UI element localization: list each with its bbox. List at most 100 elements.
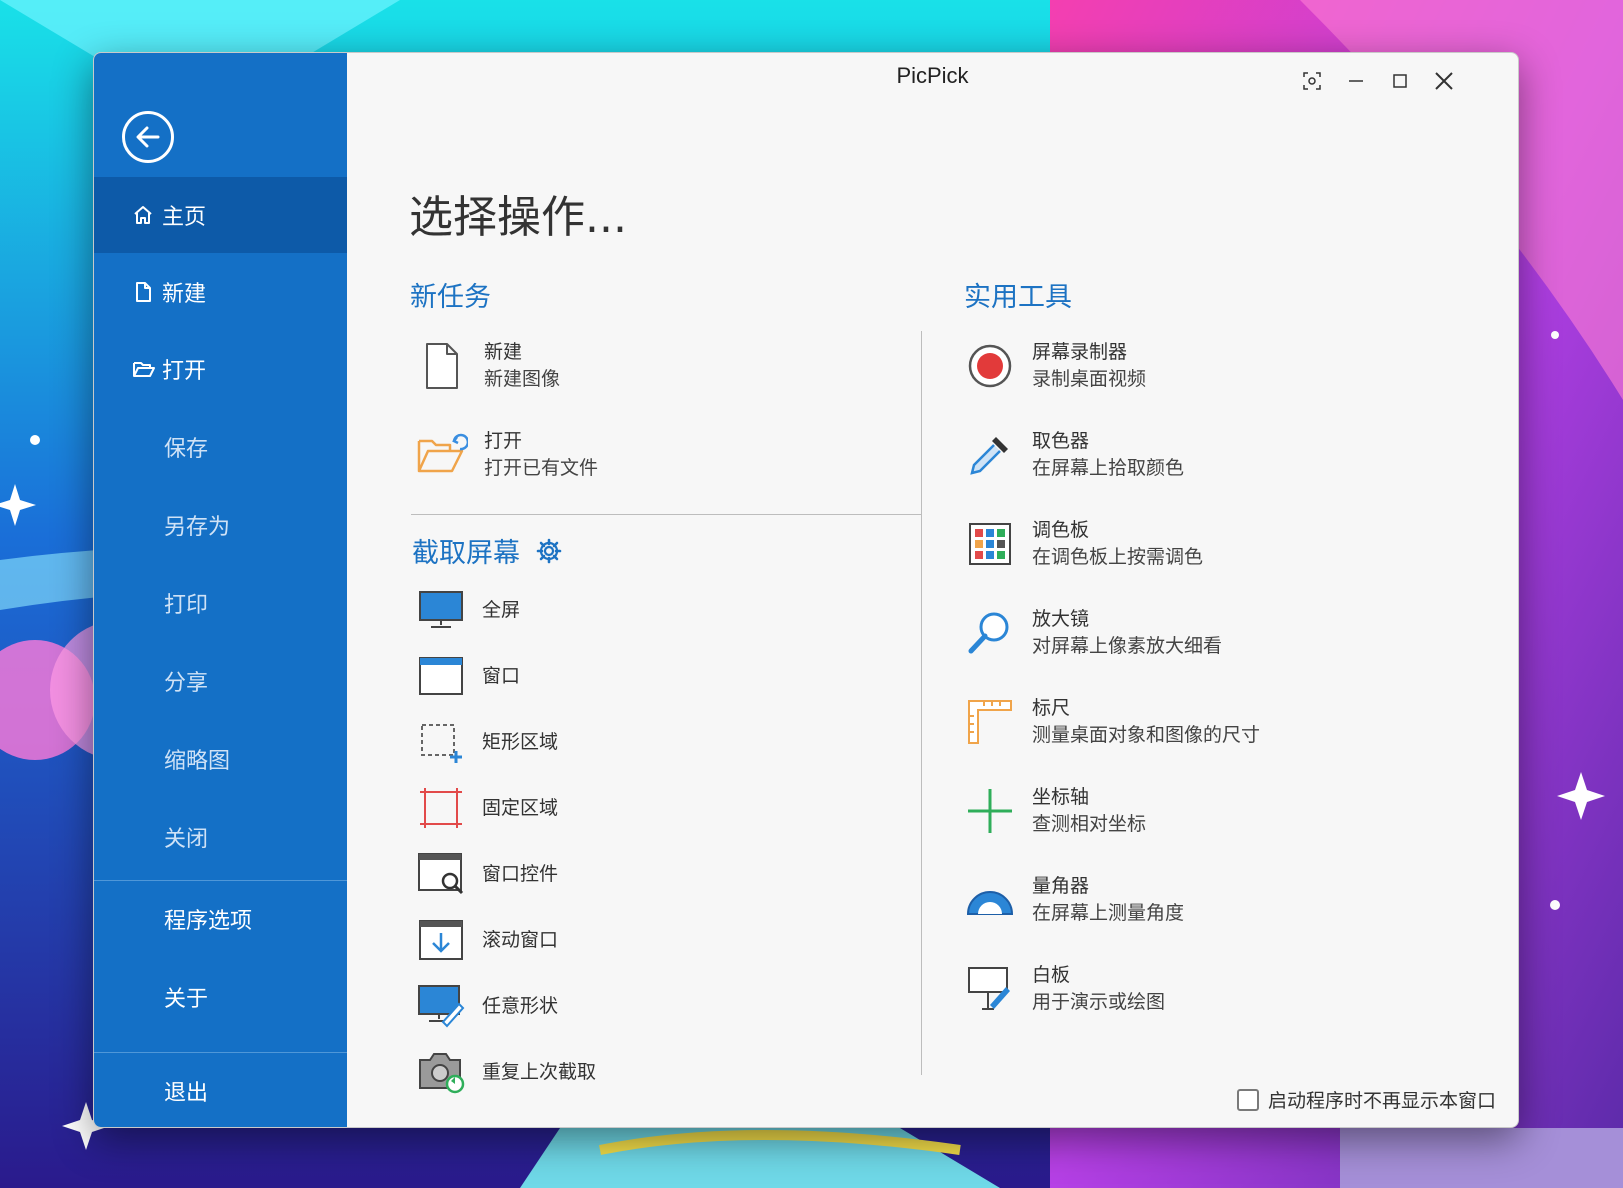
tool-subtitle: 在调色板上按需调色 (1032, 546, 1204, 568)
maximize-button[interactable] (1380, 65, 1420, 97)
sidebar-item-label: 关于 (164, 987, 209, 1012)
sidebar-item-about[interactable]: 关于 (94, 959, 347, 1035)
checkbox-box[interactable] (1236, 1088, 1259, 1111)
task-subtitle: 新建图像 (484, 368, 561, 390)
page-heading: 选择操作... (409, 192, 627, 243)
tool-subtitle: 在屏幕上测量角度 (1032, 902, 1185, 924)
tool-subtitle: 在屏幕上拾取颜色 (1032, 457, 1185, 479)
task-subtitle: 打开已有文件 (484, 457, 599, 479)
capture-frame-icon (1303, 72, 1321, 90)
capture-rectangle[interactable]: 矩形区域 (416, 717, 558, 767)
rectangle-select-icon (416, 717, 466, 767)
tool-whiteboard[interactable]: 白板 用于演示或绘图 (964, 962, 1165, 1016)
tool-screen-recorder[interactable]: 屏幕录制器 录制桌面视频 (964, 339, 1146, 393)
back-button[interactable] (122, 111, 174, 163)
palette-icon (964, 518, 1016, 570)
sidebar-item-save[interactable]: 保存 (94, 409, 347, 485)
capture-scroll-window[interactable]: 滚动窗口 (416, 915, 558, 965)
tool-magnifier[interactable]: 放大镜 对屏幕上像素放大细看 (964, 606, 1222, 660)
folder-open-icon (132, 358, 162, 380)
tool-title: 调色板 (1032, 519, 1090, 541)
tool-color-picker[interactable]: 取色器 在屏幕上拾取颜色 (964, 428, 1184, 482)
sidebar-item-label: 打印 (164, 593, 209, 618)
open-folder-icon (416, 429, 468, 481)
capture-fullscreen[interactable]: 全屏 (416, 585, 520, 635)
scroll-window-icon (416, 915, 466, 965)
repeat-capture-icon (416, 1047, 466, 1097)
file-icon (132, 281, 162, 303)
minimize-button[interactable] (1336, 65, 1376, 97)
screenshot-capture-button[interactable] (1292, 65, 1332, 97)
sidebar-item-thumbnails[interactable]: 缩略图 (94, 721, 347, 797)
sidebar-item-label: 新建 (162, 282, 207, 307)
sidebar-item-label: 另存为 (164, 515, 231, 540)
capture-freehand[interactable]: 任意形状 (416, 981, 558, 1031)
capture-label: 固定区域 (482, 796, 559, 819)
protractor-icon (964, 874, 1016, 926)
task-title: 打开 (484, 430, 523, 452)
sidebar-item-share[interactable]: 分享 (94, 643, 347, 719)
section-title-capture: 截取屏幕 (412, 531, 562, 570)
dont-show-again-checkbox[interactable]: 启动程序时不再显示本窗口 (1236, 1086, 1496, 1113)
task-open-file[interactable]: 打开 打开已有文件 (416, 428, 598, 482)
checkbox-label: 启动程序时不再显示本窗口 (1267, 1090, 1496, 1112)
task-title: 新建 (484, 341, 523, 363)
tool-title: 量角器 (1032, 875, 1090, 897)
section-title-new-task: 新任务 (410, 282, 491, 313)
tool-title: 标尺 (1032, 697, 1071, 719)
capture-label: 全屏 (482, 598, 521, 621)
tool-subtitle: 对屏幕上像素放大细看 (1032, 635, 1223, 657)
close-icon (1435, 72, 1453, 90)
sidebar-item-exit[interactable]: 退出 (94, 1053, 347, 1127)
sidebar-item-options[interactable]: 程序选项 (94, 881, 347, 957)
section-title-capture-label: 截取屏幕 (412, 538, 520, 569)
whiteboard-icon (964, 963, 1016, 1015)
capture-window[interactable]: 窗口 (416, 651, 520, 701)
gear-icon[interactable] (536, 538, 562, 564)
tool-subtitle: 测量桌面对象和图像的尺寸 (1032, 724, 1261, 746)
window-icon (416, 651, 466, 701)
sidebar-item-new[interactable]: 新建 (94, 254, 347, 330)
sidebar-item-open[interactable]: 打开 (94, 331, 347, 407)
section-title-tools: 实用工具 (964, 282, 1072, 313)
home-icon (132, 204, 162, 226)
sidebar-item-label: 主页 (162, 205, 207, 230)
column-divider (921, 331, 922, 1075)
sidebar-item-save-as[interactable]: 另存为 (94, 487, 347, 563)
tool-title: 坐标轴 (1032, 786, 1090, 808)
picpick-window: 主页 新建 打开 保存 另存为 打印 分享 缩略图 关闭 程序选项 关于 退出 … (93, 52, 1519, 1128)
tool-title: 取色器 (1032, 430, 1090, 452)
sidebar-item-label: 程序选项 (164, 909, 253, 934)
capture-label: 窗口控件 (482, 862, 559, 885)
tool-ruler[interactable]: 标尺 测量桌面对象和图像的尺寸 (964, 695, 1260, 749)
capture-fixed-region[interactable]: 固定区域 (416, 783, 558, 833)
maximize-icon (1393, 74, 1407, 88)
tool-title: 放大镜 (1032, 608, 1090, 630)
task-new-image[interactable]: 新建 新建图像 (416, 339, 560, 393)
capture-label: 重复上次截取 (482, 1060, 597, 1083)
tool-palette[interactable]: 调色板 在调色板上按需调色 (964, 517, 1203, 571)
capture-window-control[interactable]: 窗口控件 (416, 849, 558, 899)
tool-crosshair[interactable]: 坐标轴 查测相对坐标 (964, 784, 1146, 838)
capture-label: 任意形状 (482, 994, 559, 1017)
tool-subtitle: 录制桌面视频 (1032, 368, 1147, 390)
capture-label: 滚动窗口 (482, 928, 559, 951)
minimize-icon (1349, 80, 1363, 82)
sidebar-item-print[interactable]: 打印 (94, 565, 347, 641)
sidebar-item-label: 缩略图 (164, 749, 231, 774)
new-file-icon (416, 340, 468, 392)
tool-protractor[interactable]: 量角器 在屏幕上测量角度 (964, 873, 1184, 927)
sidebar-item-label: 分享 (164, 671, 209, 696)
tool-subtitle: 查测相对坐标 (1032, 813, 1147, 835)
sidebar-item-label: 关闭 (164, 827, 209, 852)
capture-repeat-last[interactable]: 重复上次截取 (416, 1047, 596, 1097)
capture-label: 矩形区域 (482, 730, 559, 753)
capture-label: 窗口 (482, 664, 521, 687)
close-button[interactable] (1424, 65, 1464, 97)
arrow-left-icon (136, 126, 160, 148)
sidebar-item-close[interactable]: 关闭 (94, 799, 347, 875)
fixed-region-icon (416, 783, 466, 833)
eyedropper-icon (964, 429, 1016, 481)
sidebar-item-home[interactable]: 主页 (94, 177, 347, 253)
record-icon (964, 340, 1016, 392)
